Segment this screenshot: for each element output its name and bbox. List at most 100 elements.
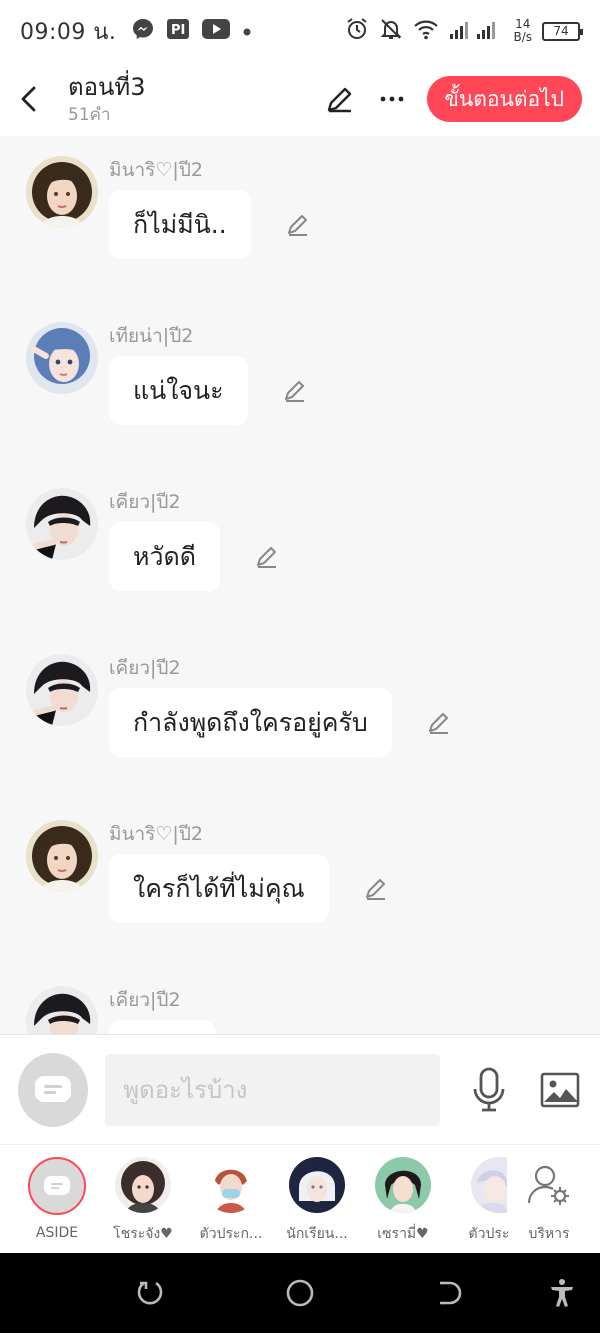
message-bubble[interactable]: หวัดดี	[109, 522, 220, 591]
recent-apps-button[interactable]	[132, 1275, 168, 1311]
character-item[interactable]: ตัวประก...	[186, 1157, 276, 1245]
manage-user-icon	[521, 1157, 577, 1213]
speech-bubble-icon	[44, 1176, 70, 1195]
header: ตอนที่3 51คำ ขั้นตอนต่อไป	[0, 62, 600, 136]
recents-icon	[137, 1281, 163, 1305]
avatar[interactable]	[26, 820, 98, 892]
episode-title: ตอนที่3	[68, 73, 146, 101]
message-body: เคียว|ปี2 หวัดดี	[109, 488, 282, 591]
speech-bubble-icon	[35, 1075, 72, 1102]
image-icon	[540, 1072, 580, 1107]
message-body: เคียว|ปี2	[109, 986, 215, 1034]
edit-message-button[interactable]	[361, 874, 391, 904]
message-body: เคียว|ปี2 กำลังพูดถึงใครอยู่ครับ	[109, 654, 454, 757]
mic-button[interactable]	[470, 1065, 508, 1115]
character-bar: ASIDE โชระจัง♥ ตัวประก... นักเรียน... เซ…	[0, 1144, 600, 1253]
net-speed-unit: B/s	[513, 30, 532, 44]
message-row: เคียว|ปี2 กำลังพูดถึงใครอยู่ครับ	[26, 654, 454, 757]
system-nav-bar	[0, 1253, 600, 1333]
avatar[interactable]	[26, 986, 98, 1034]
character-item[interactable]: นักเรียน...	[272, 1157, 362, 1245]
message-bubble[interactable]	[109, 1020, 215, 1034]
edit-title-button[interactable]	[323, 82, 357, 116]
messenger-icon	[132, 18, 154, 44]
sender-name: เคียว|ปี2	[109, 491, 181, 513]
sender-name: เคียว|ปี2	[109, 657, 181, 679]
pencil-icon	[287, 214, 307, 236]
bubble-line: ก็ไม่มีนิ..	[109, 190, 313, 259]
edit-message-button[interactable]	[280, 376, 310, 406]
character-label: บริหาร	[528, 1226, 570, 1242]
back-nav-button[interactable]	[432, 1275, 468, 1311]
avatar[interactable]	[26, 322, 98, 394]
character-item[interactable]: เซรามี่♥	[358, 1157, 448, 1245]
character-item[interactable]: โชระจัง♥	[98, 1157, 188, 1245]
avatar	[289, 1157, 345, 1213]
notification-icons: PI	[132, 18, 252, 44]
next-step-button[interactable]: ขั้นตอนต่อไป	[426, 76, 582, 122]
aside-toggle-button[interactable]	[18, 1052, 89, 1127]
title-block: ตอนที่3 51คำ	[68, 72, 146, 126]
battery-icon: 74	[542, 21, 583, 41]
pencil-icon	[257, 546, 276, 568]
character-label: ASIDE	[35, 1225, 79, 1241]
more-button[interactable]	[375, 82, 409, 116]
youtube-icon	[202, 19, 231, 43]
sender-name: เทียน่า|ปี2	[109, 325, 194, 347]
avatar	[203, 1157, 259, 1213]
character-aside[interactable]: ASIDE	[12, 1157, 102, 1241]
sender-name: มินาริ♡|ปี2	[109, 159, 203, 181]
accessibility-icon	[551, 1279, 573, 1307]
status-bar: 09:09 น. PI 14 B/s 74	[0, 0, 600, 62]
header-actions: ขั้นตอนต่อไป	[323, 76, 582, 122]
wifi-icon	[413, 18, 439, 44]
pandora-icon: PI	[166, 18, 190, 44]
word-count: 51คำ	[68, 105, 111, 125]
character-label: นักเรียน...	[286, 1226, 348, 1242]
message-body: มินาริ♡|ปี2 ใครก็ได้ที่ไม่คุณ	[109, 820, 391, 923]
message-body: เทียน่า|ปี2 แน่ใจนะ	[109, 322, 310, 425]
pencil-icon	[365, 878, 385, 900]
signal-icon	[449, 18, 503, 44]
bubble-line: แน่ใจนะ	[109, 356, 310, 425]
manage-characters-button[interactable]: บริหาร	[504, 1157, 594, 1245]
back-nav-icon	[440, 1281, 462, 1305]
avatar[interactable]	[26, 156, 98, 228]
bubble-line	[109, 1020, 215, 1034]
svg-text:PI: PI	[171, 23, 185, 38]
bubble-line: หวัดดี	[109, 522, 282, 591]
net-speed: 14 B/s	[513, 18, 532, 44]
message-input[interactable]	[105, 1053, 441, 1126]
microphone-icon	[473, 1067, 505, 1111]
image-button[interactable]	[538, 1067, 582, 1113]
edit-message-button[interactable]	[424, 708, 454, 738]
pencil-icon	[284, 380, 304, 402]
avatar[interactable]	[26, 488, 98, 560]
bubble-line: ใครก็ได้ที่ไม่คุณ	[109, 854, 391, 923]
accessibility-button[interactable]	[544, 1275, 580, 1311]
edit-message-button[interactable]	[252, 542, 282, 572]
aside-avatar	[28, 1157, 86, 1215]
input-bar	[0, 1034, 600, 1144]
message-bubble[interactable]: ใครก็ได้ที่ไม่คุณ	[109, 854, 329, 923]
character-label: โชระจัง♥	[113, 1226, 173, 1242]
character-label: เซรามี่♥	[377, 1226, 429, 1242]
status-right: 14 B/s 74	[345, 17, 583, 45]
avatar	[471, 1157, 507, 1213]
pencil-icon	[428, 712, 448, 734]
message-bubble[interactable]: แน่ใจนะ	[109, 356, 248, 425]
character-label: ตัวประก...	[199, 1226, 263, 1242]
message-bubble[interactable]: กำลังพูดถึงใครอยู่ครับ	[109, 688, 392, 757]
home-circle-icon	[286, 1279, 314, 1307]
home-button[interactable]	[282, 1275, 318, 1311]
message-bubble[interactable]: ก็ไม่มีนิ..	[109, 190, 251, 259]
chat-area[interactable]: มินาริ♡|ปี2 ก็ไม่มีนิ.. เทียน่า|ปี2 แน่ใ…	[0, 136, 600, 1034]
edit-message-button[interactable]	[283, 210, 313, 240]
avatar[interactable]	[26, 654, 98, 726]
more-dots-icon	[380, 96, 403, 102]
message-row: เทียน่า|ปี2 แน่ใจนะ	[26, 322, 310, 425]
status-time: 09:09 น.	[20, 19, 117, 45]
battery-level: 74	[553, 24, 569, 38]
mute-icon	[379, 17, 403, 45]
back-button[interactable]	[14, 79, 44, 119]
